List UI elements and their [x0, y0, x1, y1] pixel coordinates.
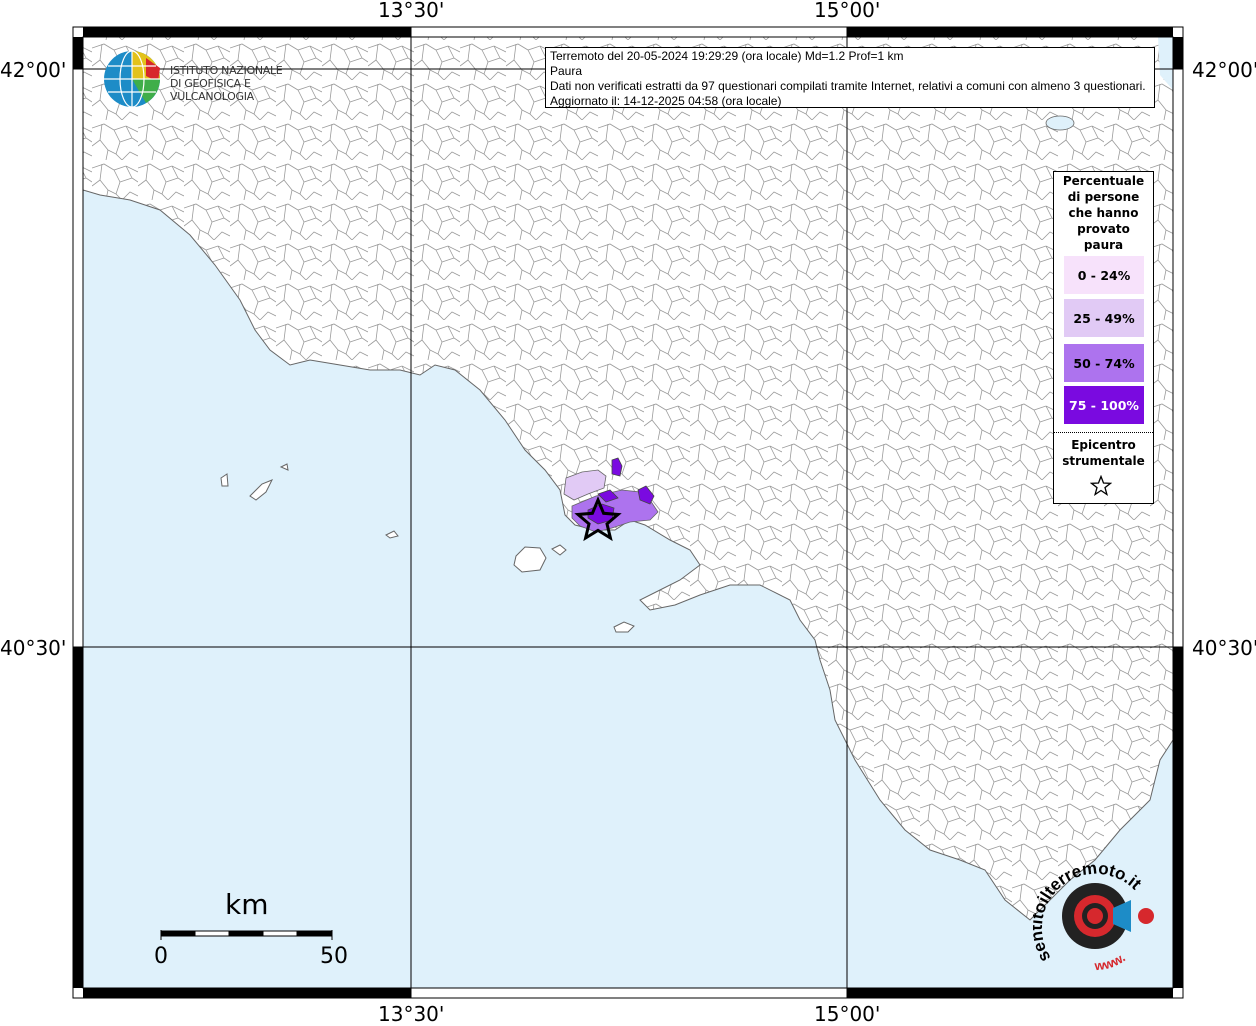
speaker-logo-icon: sentitoilterremoto.it www. — [1027, 859, 1154, 973]
legend-swatch-25-49: 25 - 49% — [1064, 299, 1144, 337]
lat-label-left-bottom: 40°30' — [0, 636, 67, 660]
lon-label-top-left: 13°30' — [378, 0, 445, 22]
ingv-globe-icon — [104, 50, 160, 108]
scale-unit-label: km — [225, 888, 269, 921]
legend-title-line: provato — [1077, 222, 1130, 236]
lat-label-right-top: 42°00' — [1192, 58, 1256, 82]
legend-title-line: Percentuale — [1062, 174, 1145, 188]
star-icon — [1090, 475, 1112, 497]
earthquake-info-box: Terremoto del 20-05-2024 19:29:29 (ora l… — [545, 47, 1155, 108]
info-variable-line: Paura — [550, 64, 583, 78]
ingv-logo-line1: ISTITUTO NAZIONALE — [170, 64, 283, 77]
legend-title-line: paura — [1083, 238, 1124, 252]
lake-top-right — [1045, 115, 1075, 131]
lon-label-bottom-right: 15°00' — [814, 1002, 881, 1026]
lon-label-top-right: 15°00' — [814, 0, 881, 22]
lat-label-right-bottom: 40°30' — [1192, 636, 1256, 660]
legend-title-line: di persone — [1067, 190, 1140, 204]
lon-label-bottom-left: 13°30' — [378, 1002, 445, 1026]
legend-swatch-0-24: 0 - 24% — [1064, 256, 1144, 294]
legend-epicenter-label: Epicentro strumentale — [1054, 437, 1153, 469]
legend: Percentuale di persone che hanno provato… — [1053, 171, 1154, 504]
scale-end-label: 50 — [320, 944, 348, 969]
legend-separator — [1054, 432, 1153, 433]
ingv-logo[interactable]: ISTITUTO NAZIONALE DI GEOFISICA E VULCAN… — [102, 48, 322, 110]
ingv-logo-text: ISTITUTO NAZIONALE DI GEOFISICA E VULCAN… — [170, 64, 322, 103]
lat-label-left-top: 42°00' — [0, 58, 67, 82]
info-earthquake-line: Terremoto del 20-05-2024 19:29:29 (ora l… — [550, 49, 904, 63]
legend-swatch-50-74: 50 - 74% — [1064, 344, 1144, 382]
sentito-url-text: www. — [1093, 950, 1128, 973]
legend-title: Percentuale di persone che hanno provato… — [1054, 172, 1153, 253]
legend-title-line: che hanno — [1068, 206, 1139, 220]
scale-start-label: 0 — [154, 944, 168, 969]
info-updated-line: Aggiornato il: 14-12-2025 04:58 (ora loc… — [550, 94, 782, 108]
svg-text:www.: www. — [1093, 950, 1128, 973]
legend-epicenter-line2: strumentale — [1062, 454, 1145, 468]
legend-epicenter-line1: Epicentro — [1071, 438, 1136, 452]
info-data-note-line: Dati non verificati estratti da 97 quest… — [550, 79, 1146, 93]
legend-swatch-75-100: 75 - 100% — [1064, 386, 1144, 424]
ingv-logo-line2: DI GEOFISICA E VULCANOLOGIA — [170, 77, 254, 103]
sentito-logo[interactable]: sentitoilterremoto.it www. — [1027, 858, 1163, 978]
